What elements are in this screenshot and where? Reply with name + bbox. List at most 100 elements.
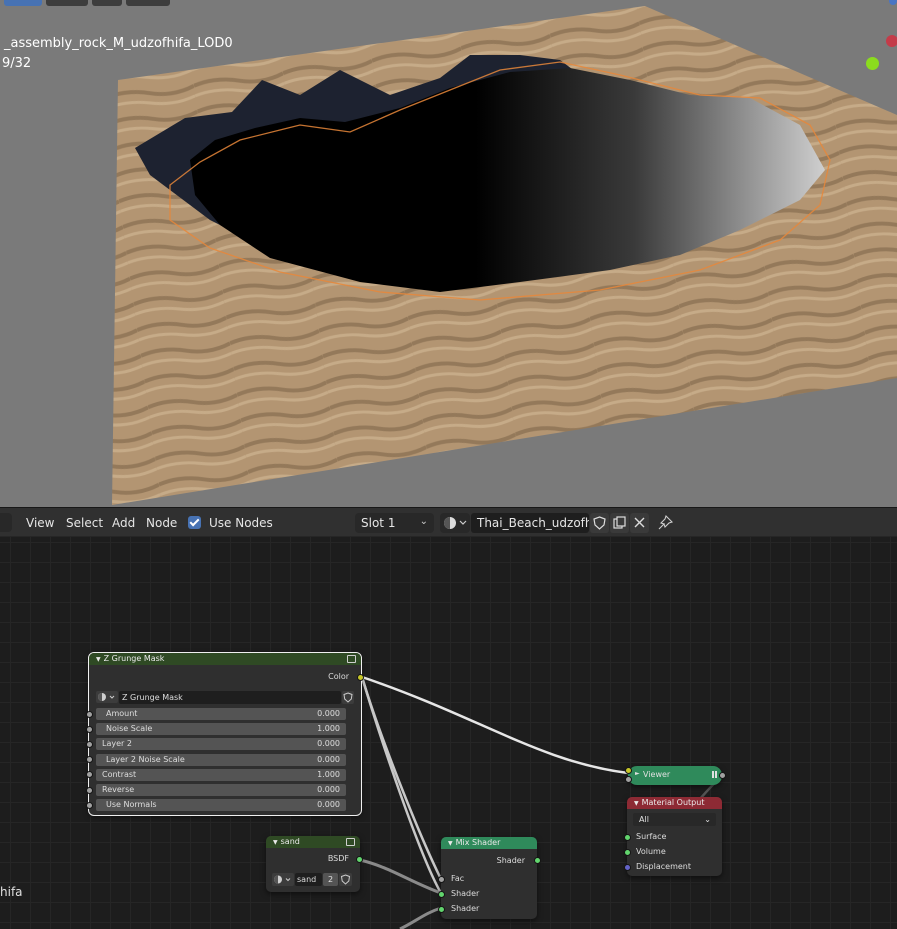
input-field[interactable]: Reverse 0.000	[96, 784, 346, 796]
node-z-grunge-mask[interactable]: ▼ Z Grunge Mask Color Z Grunge Mask Amoun…	[86, 652, 364, 816]
node-mix-shader[interactable]: ▼ Mix Shader Shader Fac Shader Shader	[438, 837, 541, 919]
slot-value: Slot 1	[361, 516, 396, 530]
input-value: 0.000	[317, 800, 340, 810]
socket-volume-input[interactable]	[624, 849, 631, 856]
viewport-tab[interactable]	[92, 0, 122, 6]
viewport-render	[112, 6, 897, 505]
socket-shader-output[interactable]	[534, 857, 541, 864]
fake-user-button[interactable]	[590, 513, 609, 533]
socket-displacement-input[interactable]	[624, 864, 631, 871]
input-label: Amount	[106, 709, 138, 718]
group-browse-button[interactable]	[272, 873, 294, 886]
node-header[interactable]: ▼ Material Output	[627, 797, 722, 809]
group-name-field[interactable]: sand	[295, 873, 322, 886]
shield-icon	[340, 874, 351, 885]
use-nodes-checkbox[interactable]	[188, 516, 201, 529]
duplicate-icon	[613, 516, 626, 529]
group-browse-button[interactable]	[96, 691, 118, 703]
unlink-material-button[interactable]	[630, 513, 649, 533]
chevron-down-icon: ⌄	[704, 815, 711, 824]
collapse-triangle-icon[interactable]: ▼	[448, 840, 453, 847]
node-group-icon[interactable]	[346, 838, 355, 846]
group-fake-user-button[interactable]	[342, 691, 354, 704]
shield-icon	[593, 516, 606, 530]
frame-counter: 9/32	[2, 56, 32, 71]
close-icon	[634, 517, 645, 528]
collapse-triangle-icon[interactable]: ▼	[96, 656, 101, 663]
node-sand[interactable]: ▼ sand BSDF sand 2	[266, 836, 363, 892]
input-label: Layer 2 Noise Scale	[106, 754, 185, 764]
menu-node[interactable]: Node	[146, 516, 177, 530]
new-material-button[interactable]	[610, 513, 629, 533]
hidden-sockets-icon	[712, 771, 714, 778]
node-canvas[interactable]: hifa ▼ Z Grunge Mask Color Z Grunge Mask …	[0, 537, 897, 929]
menu-view[interactable]: View	[26, 516, 54, 530]
group-name-field[interactable]: Z Grunge Mask	[119, 691, 341, 704]
input-value: 0.000	[317, 709, 340, 718]
user-count-badge[interactable]: 2	[323, 873, 338, 886]
collapse-triangle-icon[interactable]: ▼	[273, 839, 278, 846]
socket-viewer-output[interactable]	[719, 772, 726, 779]
material-name-field[interactable]: Thai_Beach_udzofhifa	[471, 513, 589, 533]
input-value: 0.000	[317, 785, 340, 794]
menu-add[interactable]: Add	[112, 516, 135, 530]
socket-shader-input-1[interactable]	[438, 891, 445, 898]
input-label-shader-2: Shader	[451, 904, 480, 913]
input-label-surface: Surface	[636, 832, 667, 841]
input-field[interactable]: Contrast 1.000	[96, 768, 346, 781]
socket-viewer-color-input[interactable]	[625, 767, 632, 774]
socket-surface-input[interactable]	[624, 834, 631, 841]
slot-dropdown[interactable]: Slot 1 ⌄	[355, 513, 434, 533]
node-group-icon[interactable]	[347, 655, 356, 663]
gizmo-y-axis-icon[interactable]	[866, 57, 879, 70]
socket-input[interactable]	[86, 740, 93, 748]
collapse-triangle-icon[interactable]: ▼	[634, 800, 639, 807]
node-editor-header: View Select Add Node Use Nodes Slot 1 ⌄ …	[0, 507, 897, 537]
input-label-displacement: Displacement	[636, 862, 691, 871]
input-label-shader-1: Shader	[451, 889, 480, 898]
node-title: Viewer	[643, 770, 671, 779]
group-fake-user-button[interactable]	[339, 873, 352, 886]
input-label: Noise Scale	[106, 724, 153, 734]
socket-input[interactable]	[86, 801, 93, 809]
input-field[interactable]: Use Normals 0.000	[96, 799, 346, 812]
socket-input[interactable]	[86, 786, 93, 794]
input-label-fac: Fac	[451, 874, 465, 883]
target-dropdown[interactable]: All ⌄	[633, 813, 716, 826]
link-sand-shader	[359, 858, 442, 895]
socket-shader-input-2[interactable]	[438, 906, 445, 913]
gizmo-x-axis-icon[interactable]	[886, 35, 897, 47]
socket-viewer-value-input[interactable]	[625, 776, 632, 783]
socket-color-output[interactable]	[357, 674, 364, 681]
socket-input[interactable]	[86, 756, 93, 764]
input-field[interactable]: Layer 2 0.000	[96, 738, 346, 751]
active-object-name: _assembly_rock_M_udzofhifa_LOD0	[4, 36, 233, 51]
input-field[interactable]: Noise Scale 1.000	[96, 723, 346, 736]
socket-bsdf-output[interactable]	[356, 856, 363, 863]
input-field[interactable]: Layer 2 Noise Scale 0.000	[96, 753, 346, 766]
link-bottom-shader	[399, 906, 442, 929]
material-browse-button[interactable]	[440, 513, 470, 533]
node-header[interactable]: ▼ Z Grunge Mask	[89, 653, 361, 665]
input-label: Contrast	[102, 769, 137, 779]
pin-button[interactable]	[656, 514, 674, 532]
socket-input[interactable]	[86, 710, 93, 718]
viewport-tab-active[interactable]	[4, 0, 42, 6]
viewport-tab[interactable]	[46, 0, 88, 6]
socket-fac-input[interactable]	[438, 876, 445, 883]
output-label-shader: Shader	[496, 856, 525, 865]
node-viewer[interactable]: ► Viewer	[625, 766, 726, 785]
3d-viewport[interactable]: _assembly_rock_M_udzofhifa_LOD0 9/32	[0, 0, 897, 507]
node-header[interactable]: ▼ Mix Shader	[441, 837, 537, 849]
use-nodes-label: Use Nodes	[209, 516, 273, 530]
socket-input[interactable]	[86, 725, 93, 733]
socket-input[interactable]	[86, 771, 93, 779]
input-value: 0.000	[317, 739, 340, 749]
node-material-output[interactable]: ▼ Material Output All ⌄ Surface Volume Di…	[624, 797, 722, 876]
input-field[interactable]: Amount 0.000	[96, 708, 346, 720]
node-header[interactable]: ▼ sand	[266, 836, 360, 848]
expand-triangle-icon[interactable]: ►	[635, 770, 640, 777]
editor-type-button[interactable]	[0, 513, 12, 532]
viewport-tab[interactable]	[126, 0, 170, 6]
menu-select[interactable]: Select	[66, 516, 103, 530]
